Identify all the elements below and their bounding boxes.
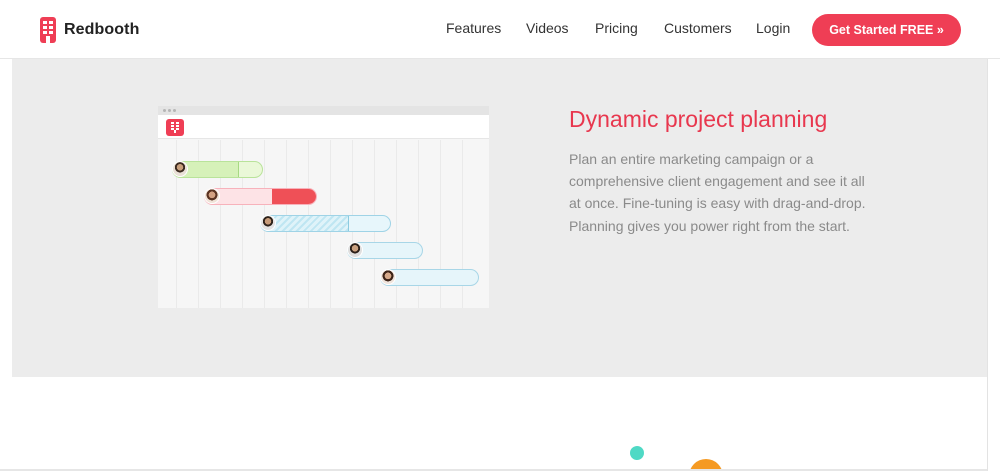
avatar-male-2-icon: [260, 215, 276, 231]
decorative-teal-circle: [630, 446, 644, 460]
window-dot-icon: [173, 109, 176, 112]
nav-link-pricing[interactable]: Pricing: [595, 20, 638, 36]
site-header: Redbooth Features Videos Pricing Custome…: [0, 0, 1000, 59]
brand-logo-link[interactable]: Redbooth: [40, 16, 139, 44]
building-icon: [40, 17, 56, 43]
mockup-toolbar: [158, 115, 489, 139]
window-dot-icon: [168, 109, 171, 112]
feature-heading: Dynamic project planning: [569, 106, 828, 132]
nav-link-login[interactable]: Login: [756, 20, 790, 36]
avatar-female-2-icon: [380, 269, 396, 285]
gantt-bar-task-3[interactable]: [260, 215, 391, 232]
avatar-female-1-icon: [204, 188, 220, 204]
get-started-button[interactable]: Get Started FREE »: [812, 14, 961, 46]
nav-link-videos[interactable]: Videos: [526, 20, 569, 36]
avatar-male-3-icon: [347, 242, 363, 258]
gantt-bar-task-2[interactable]: [204, 188, 317, 205]
nav-link-features[interactable]: Features: [446, 20, 501, 36]
feature-section: Dynamic project planning Plan an entire …: [12, 59, 987, 377]
nav-link-customers[interactable]: Customers: [664, 20, 732, 36]
feature-description: Plan an entire marketing campaign or a c…: [569, 151, 866, 234]
avatar-male-1-icon: [172, 161, 188, 177]
page-scrollbar[interactable]: [987, 59, 1000, 471]
page: Redbooth Features Videos Pricing Custome…: [0, 0, 1000, 471]
gantt-mockup: [158, 106, 489, 308]
window-dot-icon: [163, 109, 166, 112]
mockup-building-icon: [166, 119, 184, 136]
brand-name: Redbooth: [64, 21, 140, 38]
mockup-window-titlebar: [158, 106, 489, 115]
